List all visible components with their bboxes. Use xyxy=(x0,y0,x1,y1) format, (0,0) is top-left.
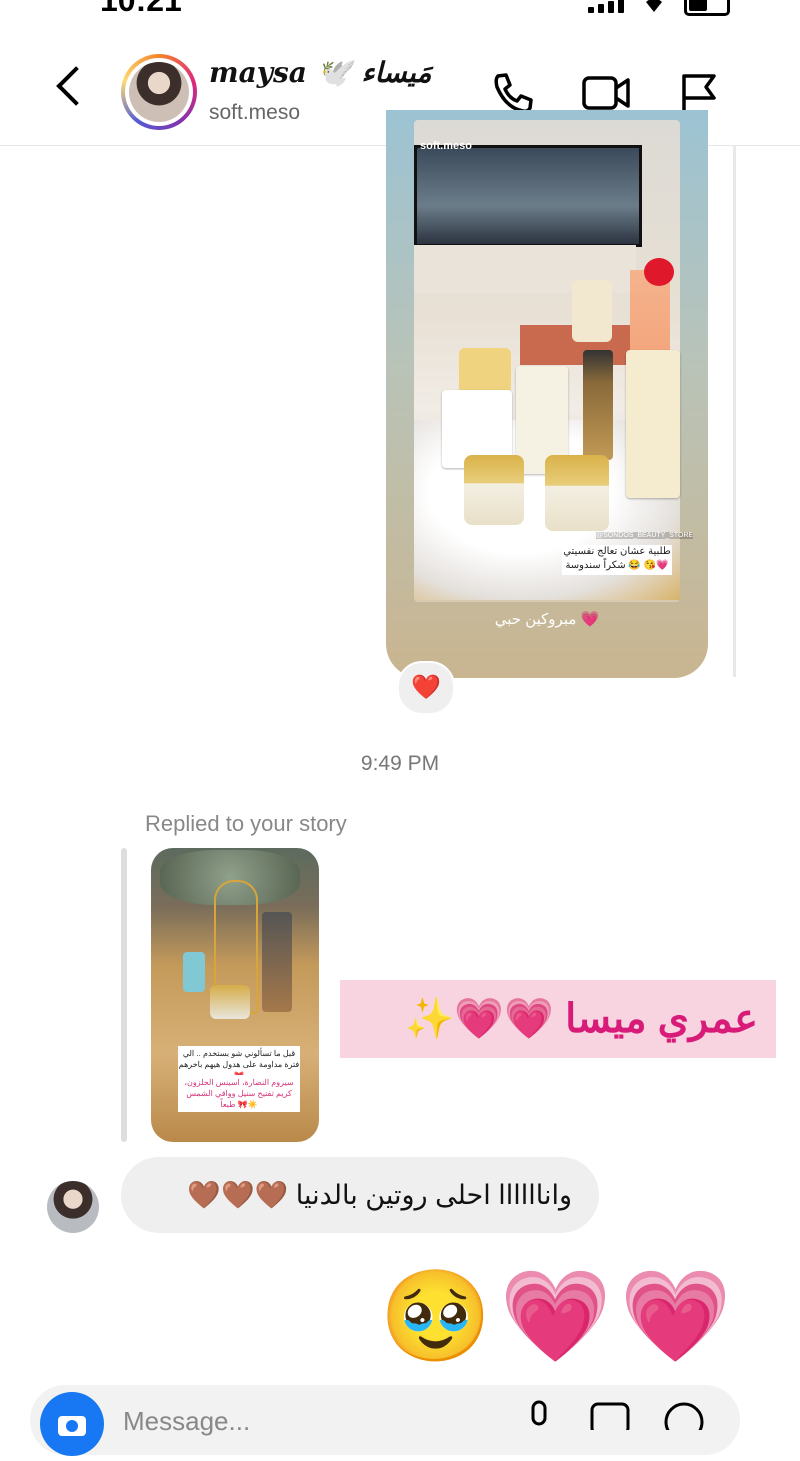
story-cup xyxy=(459,348,511,394)
cellular-signal-icon xyxy=(588,0,624,13)
status-icons xyxy=(588,0,730,16)
story-candle xyxy=(572,280,612,342)
story-essence-box xyxy=(626,350,680,498)
message-input[interactable]: Message... xyxy=(123,1406,250,1437)
contact-username[interactable]: soft.meso xyxy=(209,101,300,125)
story-cream-jar-2 xyxy=(545,455,609,531)
story-cream-jar-1 xyxy=(464,455,524,525)
replied-to-story-label: Replied to your story xyxy=(145,811,347,836)
story-caption: مبروكين حبي 💗 xyxy=(494,611,600,628)
story-tv-image xyxy=(414,145,642,247)
message-timestamp: 9:49 PM xyxy=(360,752,440,775)
status-time: 10:21 xyxy=(100,0,182,18)
thumb-serum-bottle xyxy=(183,952,205,992)
thumb-essence-bottle xyxy=(262,912,292,1012)
outgoing-emoji-message[interactable]: 🥹💗💗 xyxy=(380,1262,740,1372)
wifi-icon xyxy=(646,0,662,12)
story-shop-tag: @SONDOS_BEAUTY_STORE xyxy=(596,532,694,539)
heart-reaction-badge[interactable]: ❤️ xyxy=(397,661,455,715)
incoming-message-text: واناااااا احلى روتين بالدنيا 🤎🤎🤎 xyxy=(187,1180,572,1210)
thumb-caption-2: سيروم النضارة، اسينس الحلزون، كريم تفتيح… xyxy=(178,1075,300,1112)
gallery-icon[interactable] xyxy=(588,1400,632,1430)
story-sticker-text: طلبية عشان تعالج نفسيتي 😂 شكراً سندوسة 😘… xyxy=(562,545,672,575)
battery-icon xyxy=(684,0,730,16)
camera-icon xyxy=(58,1416,86,1436)
sticker-icon[interactable] xyxy=(662,1400,706,1430)
camera-button[interactable] xyxy=(40,1392,104,1456)
reply-indicator-line xyxy=(121,848,127,1142)
microphone-icon[interactable] xyxy=(522,1400,556,1430)
reply-indicator-line xyxy=(733,145,736,677)
thumb-cream-jar xyxy=(210,985,250,1019)
story-heart-sticker xyxy=(644,258,674,286)
story-serum-bottle xyxy=(583,350,613,460)
sender-avatar[interactable] xyxy=(47,1181,99,1233)
outgoing-message-text: عمري ميسا 💗💗✨ xyxy=(404,997,758,1041)
avatar[interactable] xyxy=(129,62,189,122)
story-handle: soft.meso xyxy=(420,140,472,152)
contact-display-name[interactable]: 𝒎𝒂𝒚𝒔𝒂 🕊️ مَيساء xyxy=(209,56,431,89)
